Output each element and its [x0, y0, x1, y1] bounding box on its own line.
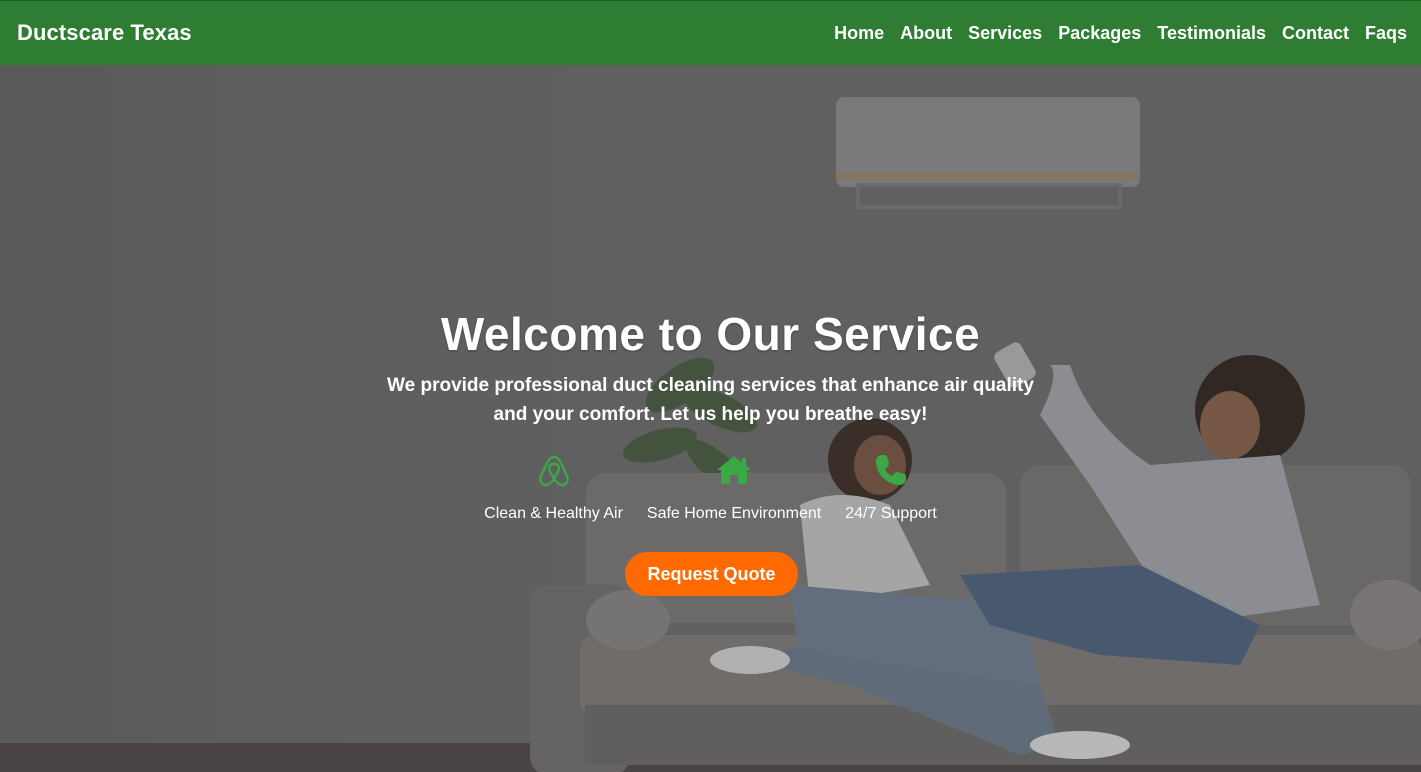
nav-links: Home About Services Packages Testimonial…	[834, 23, 1407, 44]
nav-testimonials-link[interactable]: Testimonials	[1157, 23, 1266, 44]
nav-about-link[interactable]: About	[900, 23, 952, 44]
request-quote-button[interactable]: Request Quote	[625, 552, 798, 596]
feature-label: Clean & Healthy Air	[484, 505, 623, 522]
nav-contact-link[interactable]: Contact	[1282, 23, 1349, 44]
nav-services-link[interactable]: Services	[968, 23, 1042, 44]
nav-faqs-link[interactable]: Faqs	[1365, 23, 1407, 44]
brand-logo[interactable]: Ductscare Texas	[17, 20, 192, 46]
hero-section: Welcome to Our Service We provide profes…	[0, 65, 1421, 772]
airbnb-icon	[538, 451, 570, 489]
feature-support: 24/7 Support	[845, 451, 937, 523]
home-icon	[715, 451, 753, 489]
feature-label: Safe Home Environment	[646, 505, 822, 522]
navbar: Ductscare Texas Home About Services Pack…	[0, 0, 1421, 65]
nav-home-link[interactable]: Home	[834, 23, 884, 44]
phone-icon	[873, 451, 909, 489]
hero-subtitle: We provide professional duct cleaning se…	[387, 375, 1034, 425]
feature-clean-air: Clean & Healthy Air	[484, 451, 623, 523]
features-row: Clean & Healthy Air Safe Home Environmen…	[0, 451, 1421, 523]
nav-packages-link[interactable]: Packages	[1058, 23, 1141, 44]
feature-safe-home: Safe Home Environment	[647, 451, 821, 523]
feature-label: 24/7 Support	[845, 505, 937, 522]
hero-title: Welcome to Our Service	[440, 308, 981, 360]
